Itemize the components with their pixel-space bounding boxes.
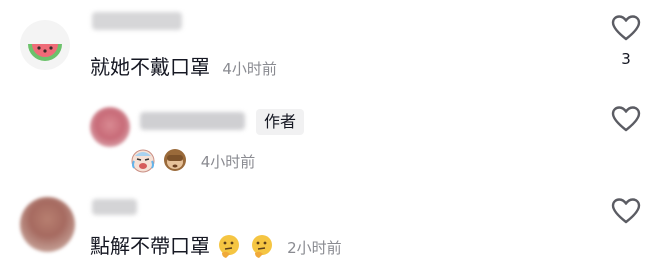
comment-text: 4小时前 bbox=[130, 147, 255, 175]
username-redacted[interactable] bbox=[140, 112, 245, 130]
comment-time: 4小时前 bbox=[222, 60, 277, 78]
comment-item-2: 作者 4小时前 bbox=[0, 95, 650, 185]
see-no-evil-monkey-emoji-icon bbox=[164, 149, 187, 171]
comment-time: 2小时前 bbox=[287, 239, 342, 257]
comment-time: 4小时前 bbox=[200, 153, 256, 171]
comment-text: 就她不戴口罩 4小时前 bbox=[90, 54, 277, 82]
avatar[interactable] bbox=[20, 20, 70, 70]
crying-laughing-baby-emoji-icon bbox=[131, 149, 155, 173]
like-button[interactable]: 3 bbox=[610, 14, 642, 68]
avatar[interactable] bbox=[90, 107, 130, 147]
username-redacted[interactable] bbox=[92, 12, 182, 30]
watermelon-avatar-icon bbox=[28, 43, 62, 61]
comment-item-1: 就她不戴口罩 4小时前 3 bbox=[0, 0, 650, 95]
thinking-face-emoji-icon bbox=[251, 235, 272, 258]
comment-item-3: 點解不帶口罩 2小时前 bbox=[0, 185, 650, 275]
like-button[interactable] bbox=[610, 197, 642, 225]
avatar[interactable] bbox=[20, 197, 75, 252]
thinking-face-emoji-icon bbox=[219, 235, 240, 258]
heart-icon bbox=[611, 198, 641, 224]
like-button[interactable] bbox=[610, 105, 642, 133]
heart-icon bbox=[611, 106, 641, 132]
username-redacted[interactable] bbox=[92, 199, 137, 215]
comment-text: 點解不帶口罩 2小时前 bbox=[90, 233, 342, 261]
like-count: 3 bbox=[621, 50, 631, 68]
comment-content: 點解不帶口罩 bbox=[90, 234, 210, 258]
heart-icon bbox=[611, 15, 641, 41]
author-badge: 作者 bbox=[256, 109, 305, 135]
comment-content: 就她不戴口罩 bbox=[90, 55, 210, 79]
